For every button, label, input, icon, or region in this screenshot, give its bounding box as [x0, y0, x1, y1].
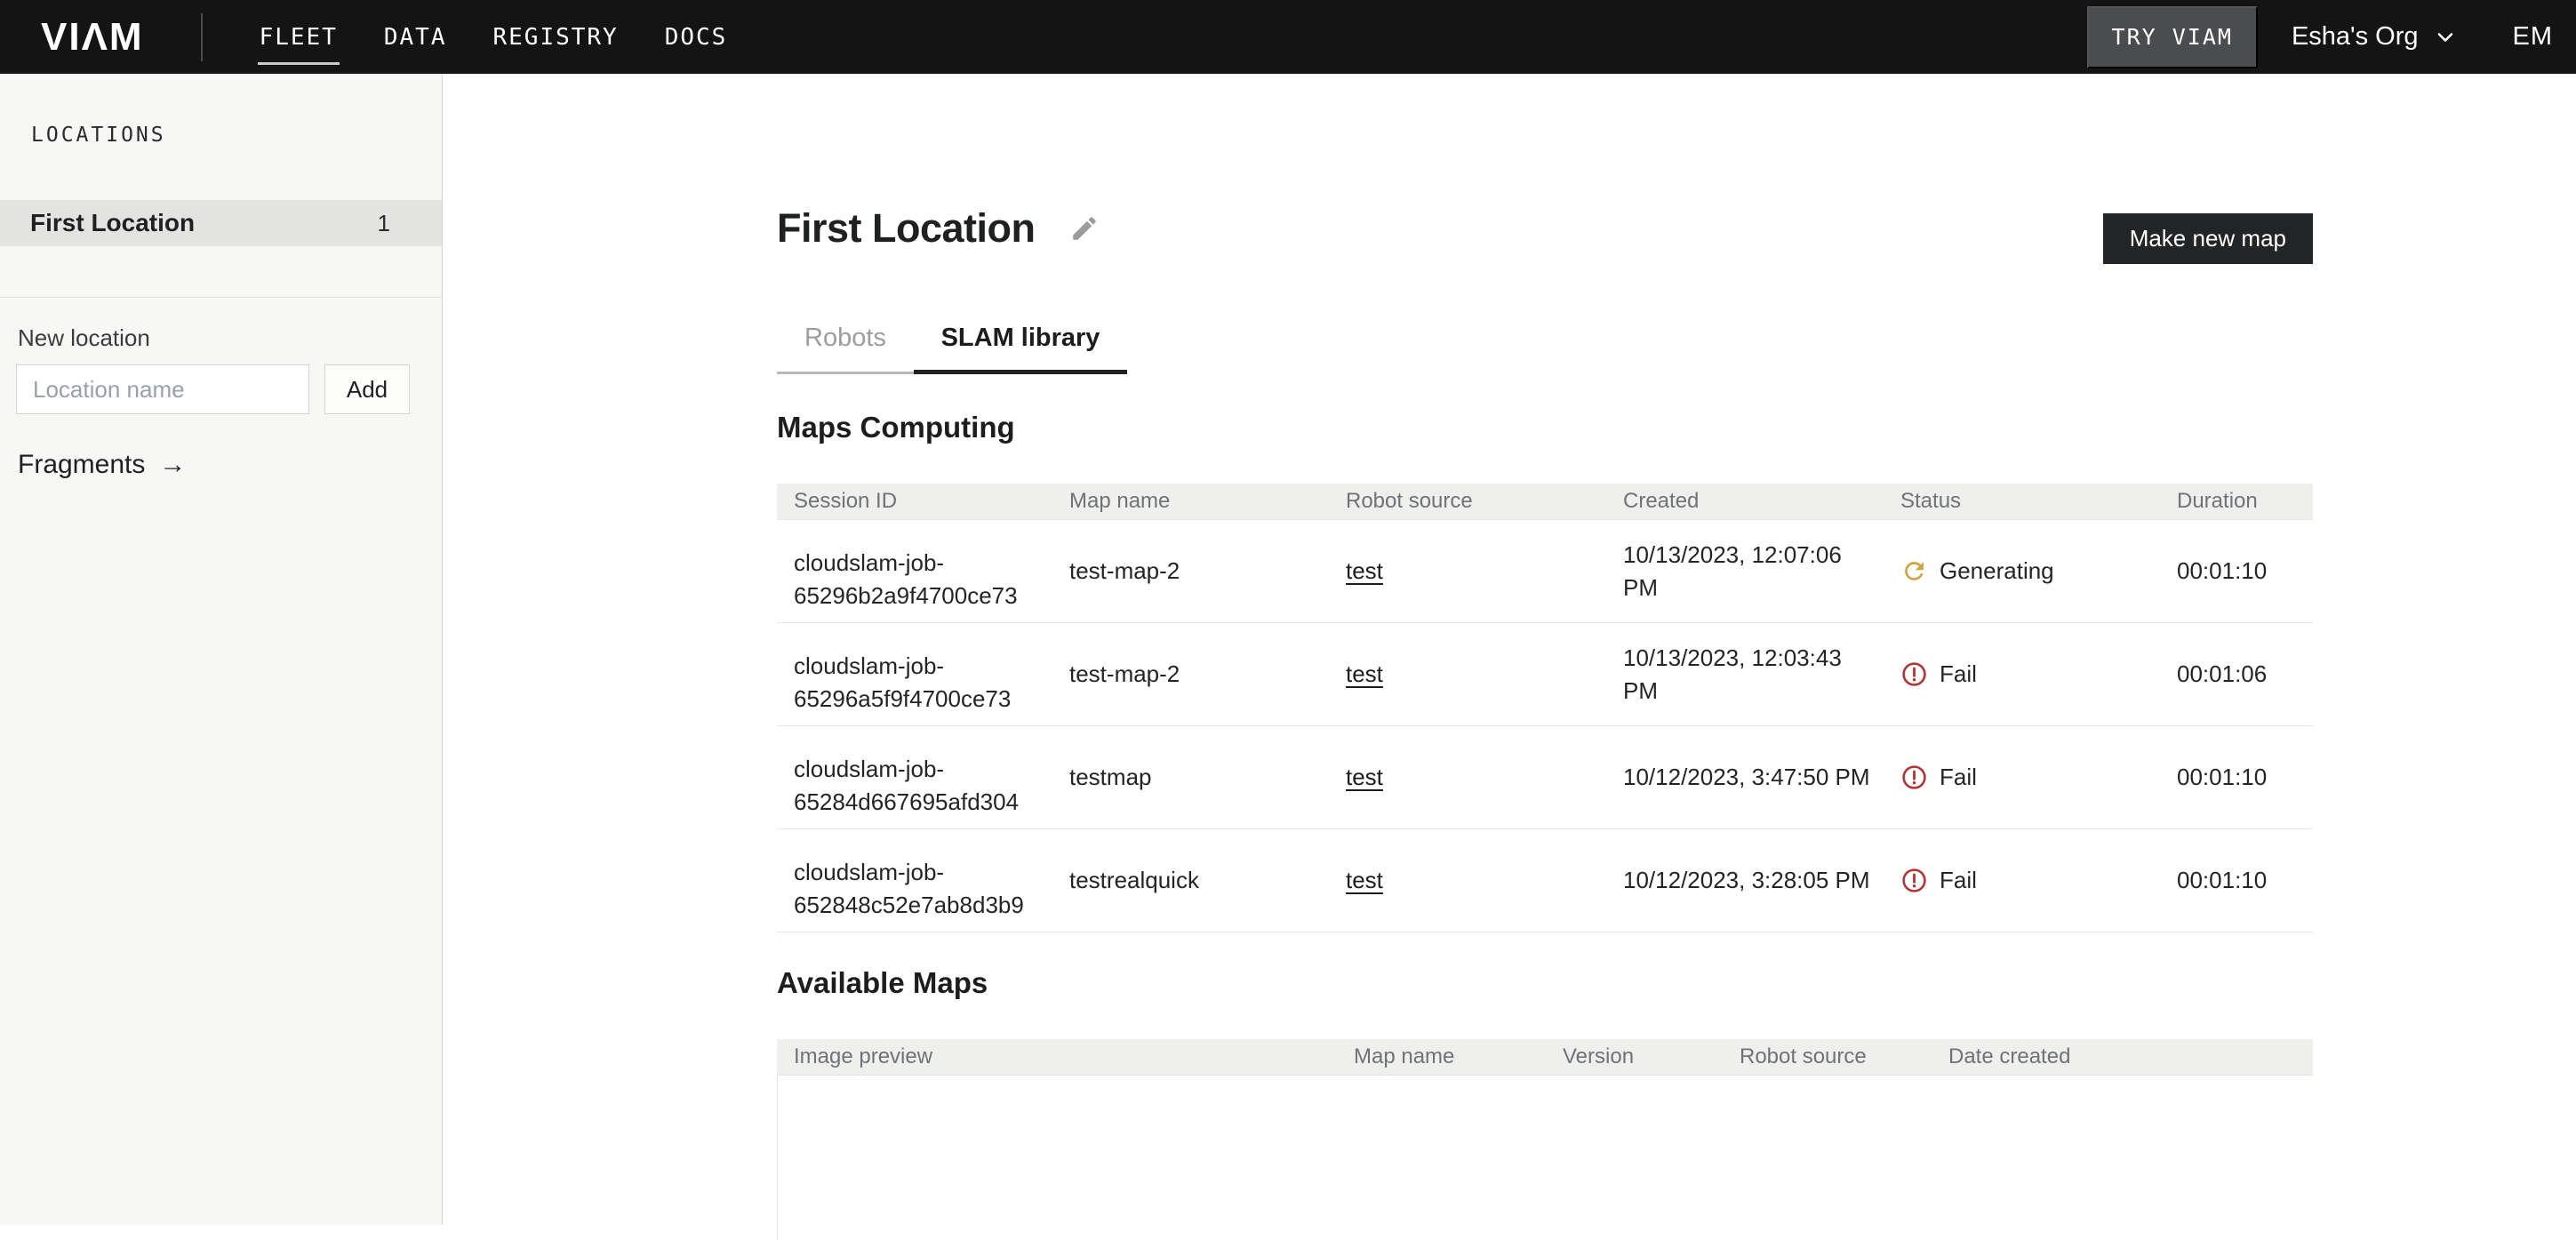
try-viam-button[interactable]: TRY VIAM: [2087, 6, 2258, 68]
col-date-created: Date created: [1932, 1044, 2313, 1069]
duration-cell: 00:01:06: [2160, 642, 2313, 707]
session-id-cell: cloudslam-job-65296a5f9f4700ce73: [777, 634, 1052, 716]
new-location-label: New location: [18, 324, 442, 352]
session-id-cell: cloudslam-job-65284d667695afd304: [777, 737, 1052, 819]
fail-alert-icon: [1900, 867, 1928, 894]
table-row: cloudslam-job-65284d667695afd304 testmap…: [777, 726, 2313, 829]
col-status: Status: [1884, 489, 2160, 514]
status-cell: Fail: [1884, 745, 2160, 810]
session-id-cell: cloudslam-job-65296b2a9f4700ce73: [777, 531, 1052, 612]
maps-computing-heading: Maps Computing: [777, 411, 2313, 444]
tab-slam-library[interactable]: SLAM library: [914, 324, 1127, 374]
created-cell: 10/13/2023, 12:03:43 PM: [1606, 626, 1884, 724]
sidebar-divider: [0, 297, 442, 298]
table-row: cloudslam-job-65296a5f9f4700ce73 test-ma…: [777, 623, 2313, 726]
col-duration: Duration: [2160, 489, 2313, 514]
map-name-cell: testmap: [1052, 745, 1329, 810]
new-location-form: Add: [16, 364, 442, 414]
topbar-divider: [201, 13, 203, 61]
status-cell: Fail: [1884, 848, 2160, 913]
viam-logo[interactable]: VIΛM: [41, 15, 144, 60]
location-robot-count: 1: [378, 210, 390, 237]
user-menu[interactable]: EM: [2513, 22, 2554, 52]
duration-cell: 00:01:10: [2160, 745, 2313, 810]
fragments-label: Fragments: [18, 450, 145, 480]
make-new-map-button[interactable]: Make new map: [2103, 213, 2313, 264]
session-id-cell: cloudslam-job-652848c52e7ab8d3b9: [777, 840, 1052, 922]
available-maps-header-row: Image preview Map name Version Robot sou…: [777, 1039, 2313, 1076]
col-created: Created: [1606, 489, 1884, 514]
nav-item-fleet[interactable]: FLEET: [258, 0, 340, 74]
duration-cell: 00:01:10: [2160, 848, 2313, 913]
status-cell: Generating: [1884, 539, 2160, 604]
chevron-down-icon: [2433, 25, 2458, 50]
org-switcher[interactable]: Esha's Org: [2292, 22, 2458, 52]
map-name-cell: test-map-2: [1052, 539, 1329, 604]
map-name-cell: testrealquick: [1052, 848, 1329, 913]
edit-pencil-icon[interactable]: [1069, 213, 1100, 244]
col-session-id: Session ID: [777, 489, 1052, 514]
fail-alert-icon: [1900, 660, 1928, 688]
arrow-right-icon: →: [159, 450, 186, 480]
title-row: First Location Make new map: [777, 205, 2313, 264]
location-name-input[interactable]: [16, 364, 309, 414]
add-location-button[interactable]: Add: [324, 364, 410, 414]
maps-computing-table: Session ID Map name Robot source Created…: [777, 484, 2313, 932]
created-cell: 10/13/2023, 12:07:06 PM: [1606, 523, 1884, 620]
locations-section-label: LOCATIONS: [31, 124, 442, 147]
duration-cell: 00:01:10: [2160, 539, 2313, 604]
generating-refresh-icon: [1900, 557, 1928, 585]
available-maps-heading: Available Maps: [777, 966, 2313, 1000]
status-label: Fail: [1940, 658, 1977, 691]
col-version: Version: [1546, 1044, 1723, 1069]
col-robot-source: Robot source: [1329, 489, 1606, 514]
col-robot-source: Robot source: [1723, 1044, 1932, 1069]
map-name-cell: test-map-2: [1052, 642, 1329, 707]
available-maps-table: Image preview Map name Version Robot sou…: [777, 1039, 2313, 1240]
status-label: Fail: [1940, 761, 1977, 794]
maps-computing-header-row: Session ID Map name Robot source Created…: [777, 484, 2313, 520]
table-row: cloudslam-job-65296b2a9f4700ce73 test-ma…: [777, 520, 2313, 623]
col-map-name: Map name: [1337, 1044, 1546, 1069]
robot-source-link[interactable]: test: [1346, 557, 1383, 584]
topbar: VIΛM FLEET DATA REGISTRY DOCS TRY VIAM E…: [0, 0, 2576, 74]
page-title: First Location: [777, 205, 1036, 252]
main-content: First Location Make new map Robots SLAM …: [443, 74, 2576, 1225]
status-label: Generating: [1940, 555, 2054, 588]
robot-source-link[interactable]: test: [1346, 764, 1383, 790]
main-nav: FLEET DATA REGISTRY DOCS: [258, 0, 772, 74]
col-map-name: Map name: [1052, 489, 1329, 514]
org-name: Esha's Org: [2292, 22, 2419, 52]
tab-robots[interactable]: Robots: [777, 324, 914, 374]
nav-item-docs[interactable]: DOCS: [663, 0, 730, 74]
status-cell: Fail: [1884, 642, 2160, 707]
nav-item-data[interactable]: DATA: [382, 0, 449, 74]
status-label: Fail: [1940, 864, 1977, 897]
locations-sidebar: LOCATIONS First Location 1 New location …: [0, 74, 443, 1225]
available-maps-empty-body: [777, 1076, 2313, 1240]
fail-alert-icon: [1900, 764, 1928, 791]
table-row: cloudslam-job-652848c52e7ab8d3b9 testrea…: [777, 829, 2313, 932]
tabs: Robots SLAM library: [777, 324, 2313, 374]
col-image-preview: Image preview: [777, 1044, 1337, 1069]
sidebar-item-first-location[interactable]: First Location 1: [0, 200, 442, 246]
robot-source-link[interactable]: test: [1346, 660, 1383, 687]
fragments-link[interactable]: Fragments →: [18, 450, 442, 480]
topbar-right: TRY VIAM Esha's Org EM: [2087, 6, 2576, 68]
location-name: First Location: [30, 209, 195, 237]
nav-item-registry[interactable]: REGISTRY: [491, 0, 620, 74]
created-cell: 10/12/2023, 3:28:05 PM: [1606, 848, 1884, 913]
robot-source-link[interactable]: test: [1346, 867, 1383, 893]
created-cell: 10/12/2023, 3:47:50 PM: [1606, 745, 1884, 810]
